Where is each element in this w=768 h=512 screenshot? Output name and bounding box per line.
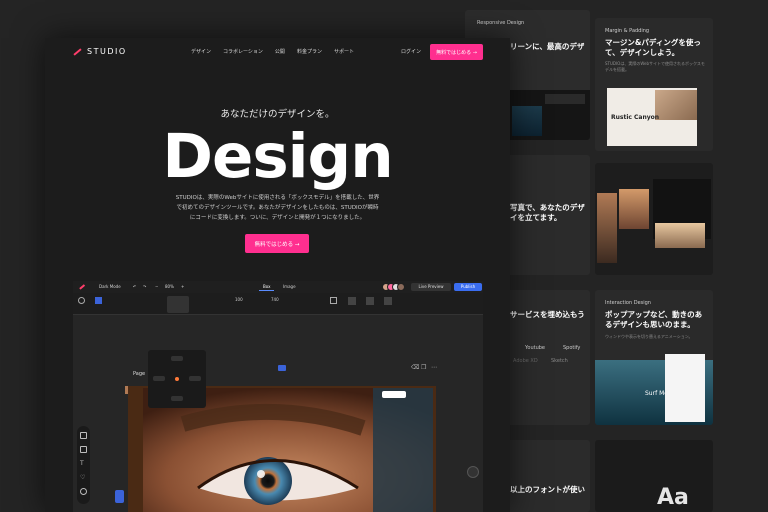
panel-title: 以上のフォントが使い (510, 485, 585, 494)
service-youtube: Youtube (525, 345, 545, 351)
display-icon[interactable] (78, 297, 85, 304)
hero-title: Design (162, 121, 393, 192)
height-value[interactable]: 740 (271, 297, 279, 302)
bg-panel-font-preview: Aa (595, 440, 713, 512)
nav-link-support[interactable]: サポート (334, 48, 354, 55)
publish-button[interactable]: Publish (454, 283, 482, 291)
add-tool-icon[interactable] (80, 488, 87, 495)
opacity-icon[interactable] (330, 297, 337, 304)
editor-canvas[interactable]: Page ⌫ ❐ ⋯ T ♡ (73, 316, 483, 512)
card-title: Rustic Canyon (611, 114, 660, 121)
padding-left-field[interactable] (153, 376, 165, 381)
shadow-icon[interactable] (348, 297, 356, 305)
panel-title: ポップアップなど、動きのあるデザインも思いのまま。 (605, 310, 703, 329)
hero-tagline: あなただけのデザインを。 (220, 109, 335, 120)
padding-bottom-field[interactable] (171, 396, 183, 401)
panel-tag: Interaction Design (605, 300, 651, 306)
more-icon[interactable]: ⋯ (431, 364, 437, 371)
bg-panel-app (595, 163, 713, 275)
nav-signup-button[interactable]: 無料ではじめる → (430, 44, 483, 60)
editor-topbar: Dark Mode ↶ ↷ − 80% + Box Image Live Pre… (73, 281, 483, 293)
login-link[interactable]: ログイン (401, 48, 421, 55)
editor-preview: Dark Mode ↶ ↷ − 80% + Box Image Live Pre… (73, 281, 483, 512)
service-spotify: Spotify (563, 345, 581, 351)
padding-popover[interactable] (148, 350, 206, 408)
panel-desc: ウィンドウや表示を切り替えるアニメーション。 (605, 334, 693, 339)
main-browser-window: STUDIO デザイン コラボレーション 公開 料金プラン サポート ログイン … (45, 38, 510, 512)
nav-link-design[interactable]: デザイン (191, 48, 211, 55)
dark-mode-label[interactable]: Dark Mode (99, 284, 121, 289)
redo-icon[interactable]: ↷ (143, 284, 146, 289)
margin-card: Rustic Canyon (607, 88, 697, 146)
position-icon[interactable] (95, 297, 102, 304)
panel-title: マージン&パディングを使って、デザインしよう。 (605, 38, 701, 57)
page-label: Page (133, 371, 146, 377)
panel-title: リーンに、最高のデザ (510, 42, 585, 51)
width-value[interactable]: 100 (235, 297, 243, 302)
panel-tag: Margin & Padding (605, 28, 650, 34)
tab-image[interactable]: Image (279, 283, 300, 291)
properties-bar: 100 740 (73, 293, 483, 315)
screenshot-stage: Responsive Design リーンに、最高のデザ 写真で、あなたのデザイ… (0, 0, 768, 512)
frame-handle-toggle[interactable] (382, 391, 406, 398)
copy-icon[interactable]: ❐ (421, 364, 426, 371)
bg-panel-margin: Margin & Padding マージン&パディングを使って、デザインしよう。… (595, 18, 713, 151)
panel-desc: STUDIOは、実際のWebサイトで使用されるボックスモデルを搭載。 (605, 61, 705, 72)
effect-icon[interactable] (384, 297, 392, 305)
panel-tag: Responsive Design (477, 20, 525, 26)
hero-description: STUDIOは、実際のWebサイトに使用される「ボックスモデル」を搭載した、世界… (160, 193, 395, 223)
panel-title: サービスを埋め込もう (510, 310, 585, 319)
popup-list (665, 354, 705, 422)
avatar (397, 283, 405, 291)
nav-link-publish[interactable]: 公開 (275, 48, 285, 55)
box-tool-icon[interactable] (80, 432, 87, 439)
nav-link-pricing[interactable]: 料金プラン (297, 48, 322, 55)
brand-logo[interactable]: STUDIO (73, 47, 127, 56)
device-preview-icon[interactable] (115, 490, 124, 503)
logo-slash-icon (73, 47, 82, 56)
layout-icon[interactable] (167, 296, 189, 313)
trash-icon[interactable]: ⌫ (411, 364, 419, 371)
brand-name: STUDIO (87, 47, 127, 56)
font-glyph: Aa (657, 485, 689, 510)
hero-signup-button[interactable]: 無料ではじめる → (245, 234, 309, 253)
image-tool-icon[interactable] (80, 446, 87, 453)
top-nav: STUDIO デザイン コラボレーション 公開 料金プラン サポート ログイン … (45, 38, 510, 68)
collaborator-avatars (382, 283, 405, 291)
service-adobe-xd: Adobe XD (513, 358, 538, 364)
service-sketch: Sketch (551, 358, 568, 364)
padding-right-field[interactable] (189, 376, 201, 381)
nav-link-collaboration[interactable]: コラボレーション (223, 48, 263, 55)
studio-mark-icon (79, 284, 85, 290)
border-icon[interactable] (366, 297, 374, 305)
padding-top-field[interactable] (171, 356, 183, 361)
center-marker-icon (175, 377, 179, 381)
zoom-level[interactable]: 80% (165, 284, 174, 289)
panel-title: 写真で、あなたのデザイを立てます。 (510, 203, 585, 222)
panel-screenshot (510, 90, 590, 140)
nav-links: デザイン コラボレーション 公開 料金プラン サポート (191, 48, 354, 55)
undo-icon[interactable]: ↶ (133, 284, 136, 289)
chat-icon[interactable] (467, 466, 479, 478)
hero-desc-line3: にコードに変換します。ついに、デザインと開発が１つになりました。 (189, 215, 366, 221)
left-toolbar: T ♡ (77, 426, 90, 504)
canvas-marker (278, 365, 286, 371)
hero-desc-line1: STUDIOは、実際のWebサイトに使用される「ボックスモデル」を搭載した、世界 (175, 195, 380, 201)
text-tool-icon[interactable]: T (80, 460, 87, 467)
live-preview-button[interactable]: Live Preview (411, 283, 451, 291)
heart-tool-icon[interactable]: ♡ (80, 474, 87, 481)
bg-panel-interaction: Interaction Design ポップアップなど、動きのあるデザインも思い… (595, 290, 713, 425)
hero-desc-line2: で初めてのデザインツールです。あなたがデザインをしたものは、STUDIOが瞬時 (176, 205, 379, 211)
zoom-in-icon[interactable]: + (181, 284, 184, 289)
tab-box[interactable]: Box (259, 283, 275, 291)
zoom-out-icon[interactable]: − (155, 284, 158, 289)
